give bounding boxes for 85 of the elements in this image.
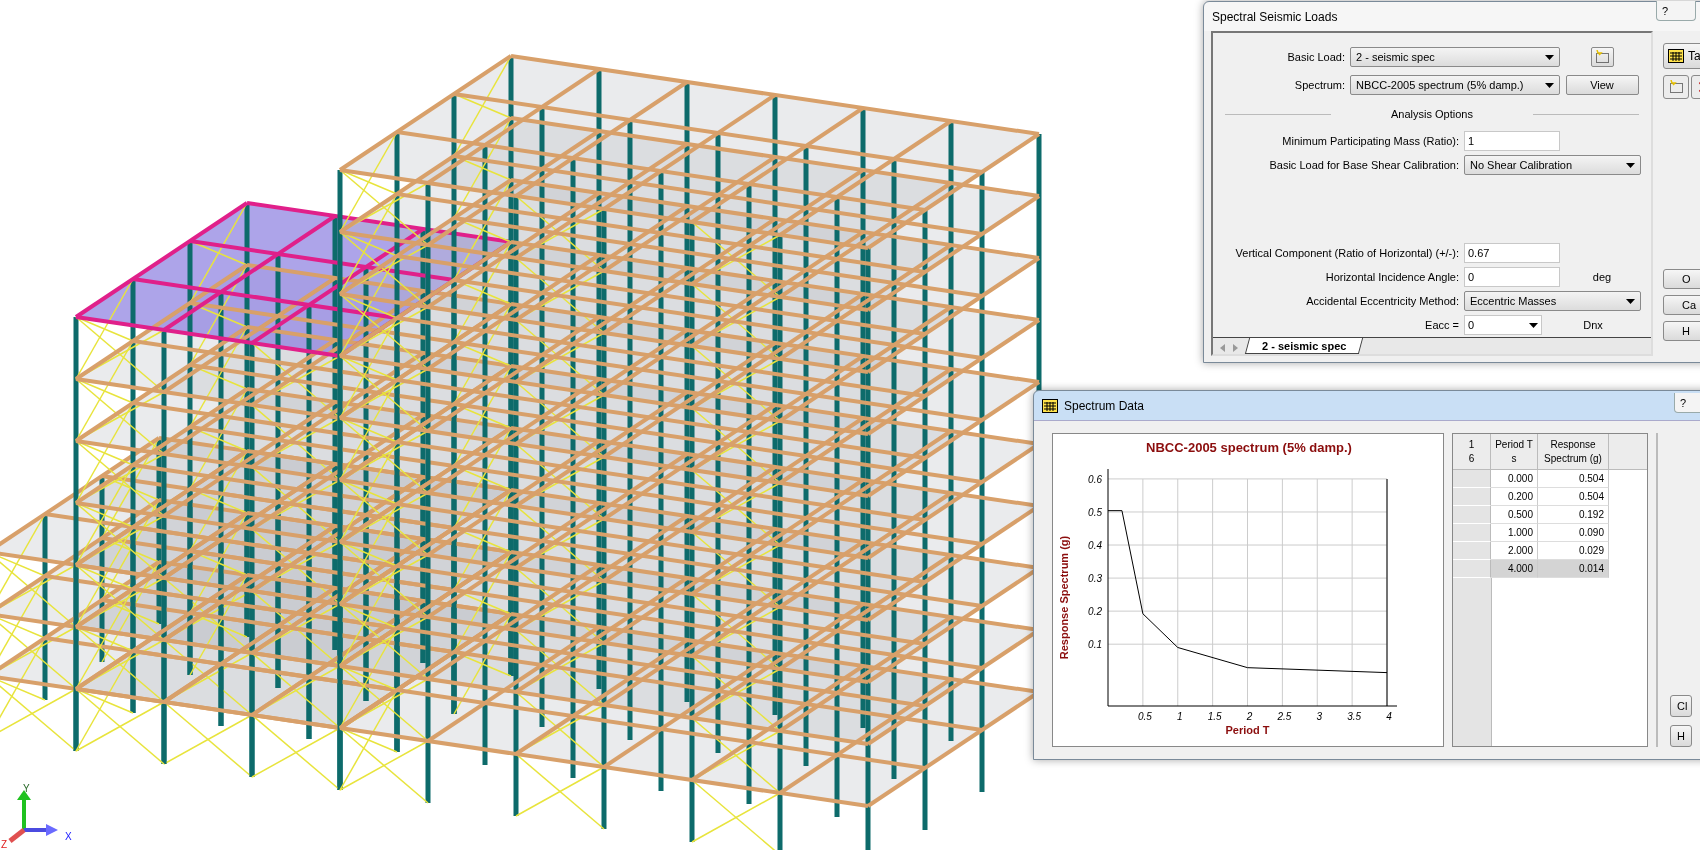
- table-button[interactable]: Ta: [1663, 43, 1700, 69]
- dropdown[interactable]: NBCC-2005 spectrum (5% damp.): [1350, 75, 1560, 95]
- row-header[interactable]: [1453, 560, 1491, 578]
- add-button[interactable]: [1663, 75, 1689, 99]
- field-label: Basic Load for Base Shear Calibration:: [1268, 159, 1459, 171]
- caret-icon: [1545, 54, 1554, 60]
- x-tick-label: 1.5: [1207, 711, 1222, 722]
- y-tick-label: 0.4: [1088, 540, 1102, 552]
- row-header[interactable]: [1453, 542, 1491, 560]
- axis-label: X: [65, 831, 72, 842]
- x-tick-label: 3.5: [1347, 711, 1362, 722]
- column-header: Response Spectrum (g): [1538, 434, 1609, 470]
- x-tick-label: 2: [1246, 711, 1253, 722]
- sheet-tab[interactable]: 2 - seismic spec: [1244, 338, 1364, 354]
- view-button[interactable]: View: [1565, 75, 1639, 95]
- dropdown[interactable]: 2 - seismic spec: [1350, 47, 1560, 67]
- field-label: Accidental Eccentricity Method:: [1305, 295, 1459, 307]
- column-header: Period T s: [1491, 434, 1538, 470]
- field-label: Horizontal Incidence Angle:: [1324, 271, 1459, 283]
- new-load-button[interactable]: [1590, 47, 1614, 67]
- row-header[interactable]: [1453, 506, 1491, 524]
- dialog-button[interactable]: O: [1663, 269, 1700, 289]
- table-cell: 0.014: [1538, 560, 1609, 578]
- field-label: Minimum Participating Mass (Ratio):: [1281, 135, 1459, 147]
- dialog-button[interactable]: Ca: [1663, 295, 1700, 315]
- row-header[interactable]: [1453, 488, 1491, 506]
- section-title: Analysis Options: [1390, 108, 1474, 120]
- caret-icon: [1529, 322, 1538, 328]
- corner-header: 1 6: [1453, 434, 1491, 470]
- table-cell: 4.000: [1491, 560, 1538, 578]
- y-tick-label: 0.3: [1088, 573, 1102, 585]
- table-cell: 0.029: [1538, 542, 1609, 560]
- axis-label: Z: [1, 839, 8, 850]
- table-cell: 0.500: [1491, 506, 1538, 524]
- x-tick-label: 2.5: [1277, 711, 1292, 722]
- y-tick-label: 0.2: [1088, 606, 1102, 618]
- row-header[interactable]: [1453, 524, 1491, 542]
- help-button[interactable]: ?: [1674, 393, 1700, 413]
- text-field[interactable]: 0: [1464, 267, 1560, 287]
- x-tick-label: 1: [1176, 711, 1183, 722]
- table-cell: 0.200: [1491, 488, 1538, 506]
- table-icon: [1668, 49, 1684, 63]
- table-cell: 1.000: [1491, 524, 1538, 542]
- window-title: Spectrum Data: [1064, 398, 1145, 413]
- dialog-button[interactable]: H: [1670, 725, 1692, 747]
- y-tick-label: 0.5: [1088, 506, 1102, 518]
- y-tick-label: 0.6: [1088, 473, 1102, 485]
- axis-triad-drawing: [8, 790, 58, 843]
- unit-label: Dnx: [1583, 319, 1604, 331]
- field-label: Eacc =: [1424, 319, 1459, 331]
- field-label: Basic Load:: [1286, 51, 1345, 63]
- y-axis-title: Response Spectrum (g): [1058, 535, 1070, 660]
- help-button[interactable]: ?: [1656, 1, 1696, 21]
- table-cell: 0.504: [1538, 488, 1609, 506]
- caret-icon: [1545, 82, 1554, 88]
- new-item-icon: [1668, 80, 1684, 94]
- axis-label: Y: [23, 783, 30, 794]
- x-tick-label: 0.5: [1137, 711, 1152, 722]
- unit-label: deg: [1592, 271, 1613, 283]
- text-field[interactable]: 1: [1464, 131, 1560, 151]
- table-cell: 0.090: [1538, 524, 1609, 542]
- text-field[interactable]: 0.67: [1464, 243, 1560, 263]
- dialog-button[interactable]: H: [1663, 321, 1700, 341]
- dialog-button[interactable]: Cl: [1670, 695, 1692, 717]
- x-tick-label: 4: [1386, 711, 1392, 722]
- x-tick-label: 3: [1316, 711, 1323, 722]
- table-cell: 2.000: [1491, 542, 1538, 560]
- combo-box[interactable]: 0: [1464, 315, 1542, 335]
- window-title: Spectral Seismic Loads: [1212, 9, 1338, 24]
- table-cell: 0.000: [1491, 470, 1538, 488]
- x-axis-title: Period T: [1225, 724, 1270, 736]
- row-header[interactable]: [1453, 470, 1491, 488]
- dropdown[interactable]: Eccentric Masses: [1464, 291, 1641, 311]
- new-item-icon: [1594, 50, 1610, 64]
- table-icon: [1042, 398, 1058, 413]
- field-label: Spectrum:: [1293, 79, 1345, 91]
- caret-icon: [1626, 162, 1635, 168]
- caret-icon: [1626, 298, 1635, 304]
- header-filler: [1609, 434, 1647, 470]
- dropdown[interactable]: No Shear Calibration: [1464, 155, 1641, 175]
- field-label: Vertical Component (Ratio of Horizontal) (+/-):: [1234, 247, 1459, 259]
- table-cell: 0.192: [1538, 506, 1609, 524]
- table-cell: 0.504: [1538, 470, 1609, 488]
- y-tick-label: 0.1: [1088, 639, 1102, 651]
- chart-title: NBCC-2005 spectrum (5% damp.): [1146, 440, 1352, 455]
